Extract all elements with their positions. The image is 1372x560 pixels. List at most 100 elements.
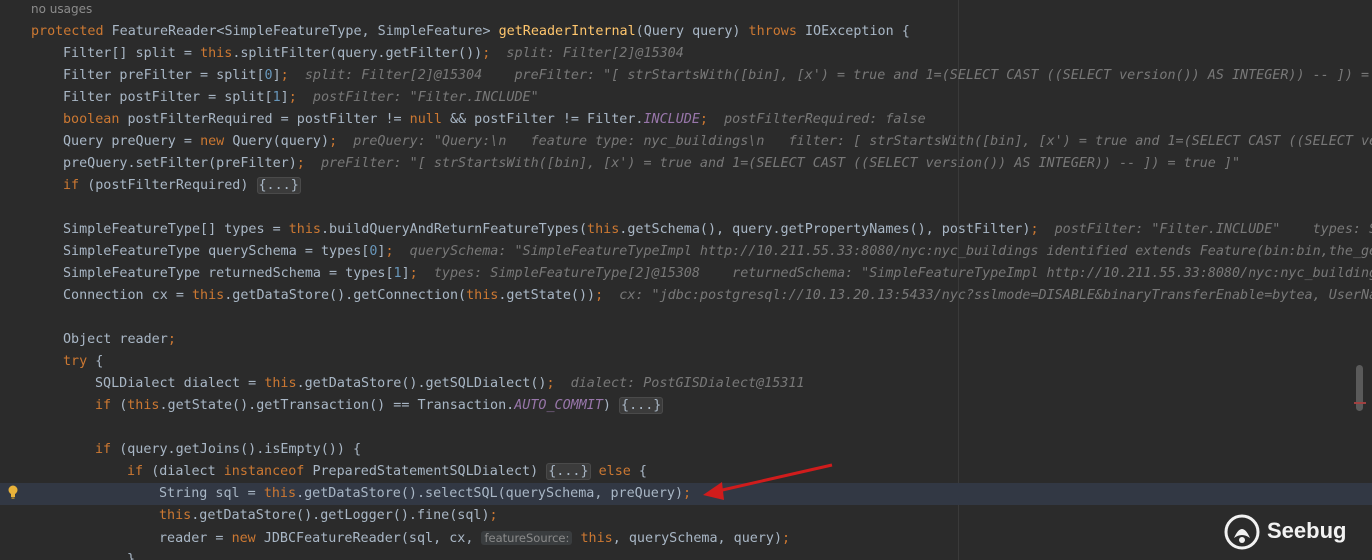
vertical-scrollbar[interactable]	[1355, 0, 1364, 560]
code-content: reader = new JDBCFeatureReader(sql, cx, …	[159, 527, 790, 550]
keyword-token: new	[200, 134, 233, 149]
current-line[interactable]: String sql = this.getDataStore().selectS…	[0, 483, 1372, 505]
code-line[interactable]: Connection cx = this.getDataStore().getC…	[0, 285, 1372, 307]
code-content: Object reader;	[63, 329, 176, 351]
lightbulb-icon[interactable]	[6, 484, 20, 500]
code-line[interactable]: Filter[] split = this.splitFilter(query.…	[0, 43, 1372, 65]
keyword-token: if	[127, 464, 152, 479]
code-token: reader =	[159, 531, 232, 546]
folded-code-block[interactable]: {...}	[619, 397, 664, 414]
keyword-token: ;	[1030, 222, 1039, 237]
keyword-token: ;	[595, 288, 604, 303]
code-token: .getState().getTransaction() == Transact…	[159, 398, 515, 413]
debug-inline-value: postFilterRequired: false	[707, 112, 926, 127]
keyword-token: ;	[329, 134, 338, 149]
code-token: .getState())	[498, 288, 596, 303]
code-line[interactable]	[0, 307, 1372, 329]
code-content: if (query.getJoins().isEmpty()) {	[95, 439, 361, 461]
code-token: .getSchema(), query.getPropertyNames(), …	[619, 222, 1031, 237]
code-line[interactable]: SQLDialect dialect = this.getDataStore()…	[0, 373, 1372, 395]
code-line[interactable]: SimpleFeatureType[] types = this.buildQu…	[0, 219, 1372, 241]
code-editor[interactable]: no usages protected FeatureReader<Simple…	[0, 0, 1372, 560]
code-token: Filter postFilter = split[	[63, 90, 273, 105]
keyword-token: if	[95, 398, 120, 413]
code-content: this.getDataStore().getLogger().fine(sql…	[159, 505, 498, 527]
code-token: SimpleFeatureType[] types =	[63, 222, 289, 237]
code-content: Query preQuery = new Query(query); preQu…	[63, 131, 1372, 153]
keyword-token: this	[288, 222, 321, 237]
code-token: (query.getJoins().isEmpty()) {	[119, 442, 362, 457]
code-token: }	[127, 552, 136, 560]
keyword-token: this	[466, 288, 499, 303]
usages-hint[interactable]: no usages	[31, 2, 92, 16]
code-token: Filter[] split =	[63, 46, 201, 61]
debug-inline-value: preQuery: "Query:\n feature type: nyc_bu…	[353, 134, 1372, 149]
keyword-token: ;	[296, 156, 305, 171]
debug-inline-value: postFilter: "Filter.INCLUDE" types: Simp…	[1054, 222, 1372, 237]
code-content: Filter preFilter = split[0]; split: Filt…	[63, 65, 1372, 87]
code-line[interactable]: if (this.getState().getTransaction() == …	[0, 395, 1372, 417]
code-line[interactable]: Object reader;	[0, 329, 1372, 351]
code-token: (postFilterRequired)	[87, 178, 257, 193]
code-token: (Query query)	[635, 24, 749, 39]
code-line[interactable]: SimpleFeatureType returnedSchema = types…	[0, 263, 1372, 285]
code-line[interactable]: }	[0, 549, 1372, 560]
keyword-token: this	[264, 376, 297, 391]
code-token: .getDataStore().getSQLDialect()	[296, 376, 547, 391]
keyword-token: ;	[782, 531, 791, 546]
debug-inline-value: cx: "jdbc:postgresql://10.13.20.13:5433/…	[619, 288, 1372, 303]
keyword-token: ;	[683, 486, 692, 501]
keyword-token: boolean	[63, 112, 128, 127]
code-line[interactable]	[0, 417, 1372, 439]
code-line[interactable]: try {	[0, 351, 1372, 373]
keyword-token: ;	[280, 68, 289, 83]
seebug-logo-icon	[1224, 514, 1260, 550]
debug-inline-value: split: Filter[2]@15304 preFilter: "[ str…	[288, 68, 1372, 83]
code-line[interactable]: if (dialect instanceof PreparedStatement…	[0, 461, 1372, 483]
code-line[interactable]: this.getDataStore().getLogger().fine(sql…	[0, 505, 1372, 527]
keyword-token: this	[159, 508, 192, 523]
scrollbar-thumb[interactable]	[1356, 365, 1363, 411]
code-content: SQLDialect dialect = this.getDataStore()…	[95, 373, 804, 395]
keyword-token: this	[200, 46, 233, 61]
code-line[interactable]: Query preQuery = new Query(query); preQu…	[0, 131, 1372, 153]
code-line[interactable]: Filter postFilter = split[1]; postFilter…	[0, 87, 1372, 109]
code-content: preQuery.setFilter(preFilter); preFilter…	[63, 153, 1240, 175]
code-content: }	[127, 549, 135, 560]
code-line[interactable]: protected FeatureReader<SimpleFeatureTyp…	[0, 21, 1372, 43]
code-line[interactable]: if (query.getJoins().isEmpty()) {	[0, 439, 1372, 461]
code-content: if (postFilterRequired) {...}	[63, 175, 301, 197]
keyword-token: protected	[31, 24, 112, 39]
number-token: 1	[272, 90, 281, 105]
code-token: ]	[280, 90, 289, 105]
code-token: (dialect	[151, 464, 224, 479]
code-content: SimpleFeatureType returnedSchema = types…	[63, 263, 1372, 285]
parameter-name-hint: featureSource:	[481, 531, 573, 545]
keyword-token: if	[63, 178, 88, 193]
keyword-token: ;	[546, 376, 555, 391]
code-content: if (this.getState().getTransaction() == …	[95, 395, 664, 417]
code-line[interactable]: reader = new JDBCFeatureReader(sql, cx, …	[0, 527, 1372, 549]
code-line[interactable]	[0, 197, 1372, 219]
folded-code-block[interactable]: {...}	[256, 177, 301, 194]
folded-code-block[interactable]: {...}	[546, 463, 591, 480]
keyword-token: this	[263, 486, 297, 501]
keyword-token: ;	[489, 508, 498, 523]
code-token: Filter preFilter = split[	[63, 68, 265, 83]
code-line[interactable]: SimpleFeatureType querySchema = types[0]…	[0, 241, 1372, 263]
code-line[interactable]: boolean postFilterRequired = postFilter …	[0, 109, 1372, 131]
code-token: && postFilter != Filter.	[449, 112, 644, 127]
code-token: String sql =	[159, 486, 264, 501]
keyword-token: this	[587, 222, 620, 237]
static-field-token: AUTO_COMMIT	[514, 398, 603, 413]
code-token: .getDataStore().getLogger().fine(sql)	[191, 508, 490, 523]
code-token: Query preQuery =	[63, 134, 201, 149]
keyword-token: ;	[167, 332, 176, 347]
keyword-token: ;	[699, 112, 708, 127]
code-token: ]	[272, 68, 281, 83]
code-line[interactable]: Filter preFilter = split[0]; split: Filt…	[0, 65, 1372, 87]
code-token: IOException {	[804, 24, 910, 39]
error-stripe-marker[interactable]	[1354, 402, 1366, 404]
code-line[interactable]: if (postFilterRequired) {...}	[0, 175, 1372, 197]
code-line[interactable]: preQuery.setFilter(preFilter); preFilter…	[0, 153, 1372, 175]
